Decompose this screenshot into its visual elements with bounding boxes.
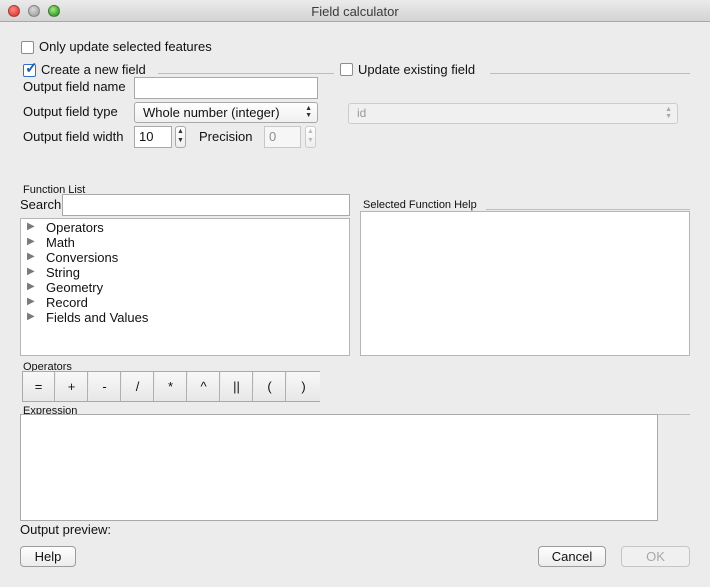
operator-equals-button[interactable]: =	[23, 372, 55, 401]
expand-arrow-icon[interactable]: ▶	[27, 281, 35, 292]
precision-label: Precision	[199, 129, 253, 144]
operator-plus-button[interactable]: +	[56, 372, 88, 401]
only-selected-label: Only update selected features	[39, 39, 212, 54]
updown-arrows-icon: ▲ ▼	[665, 106, 672, 120]
only-selected-checkbox[interactable]	[21, 41, 34, 54]
field-calculator-window: Field calculator Only update selected fe…	[0, 0, 710, 587]
cancel-button[interactable]: Cancel	[538, 546, 606, 567]
update-existing-field-label: Update existing field	[358, 62, 476, 77]
expand-arrow-icon[interactable]: ▶	[27, 236, 35, 247]
operator-open-paren-button[interactable]: (	[254, 372, 286, 401]
output-field-width-input[interactable]: 10	[134, 126, 172, 148]
updown-arrows-icon: ▲ ▼	[305, 105, 312, 119]
operator-concat-button[interactable]: ||	[221, 372, 253, 401]
precision-stepper[interactable]: ▲ ▼	[305, 126, 316, 148]
output-field-width-label: Output field width	[23, 129, 124, 144]
expand-arrow-icon[interactable]: ▶	[27, 266, 35, 277]
output-field-width-stepper[interactable]: ▲ ▼	[175, 126, 186, 148]
operator-toolbar: = + - / * ^ || ( )	[22, 371, 320, 402]
create-new-field-divider	[158, 73, 334, 74]
function-help-title: Selected Function Help	[363, 199, 477, 211]
checkmark-icon: ✓	[25, 60, 38, 77]
ok-button[interactable]: OK	[621, 546, 690, 567]
operator-power-button[interactable]: ^	[188, 372, 220, 401]
update-existing-field-checkbox[interactable]	[340, 63, 353, 76]
precision-input[interactable]: 0	[264, 126, 301, 148]
create-new-field-label: Create a new field	[41, 62, 146, 77]
title-bar: Field calculator	[0, 0, 710, 22]
operator-divide-button[interactable]: /	[122, 372, 154, 401]
operator-close-paren-button[interactable]: )	[287, 372, 320, 401]
operator-minus-button[interactable]: -	[89, 372, 121, 401]
expand-arrow-icon[interactable]: ▶	[27, 221, 35, 232]
output-field-name-label: Output field name	[23, 79, 126, 94]
expand-arrow-icon[interactable]: ▶	[27, 296, 35, 307]
function-search-input[interactable]	[62, 194, 350, 216]
function-help-divider	[486, 209, 690, 210]
function-tree[interactable]: ▶ Operators ▶ Math ▶ Conversions ▶ Strin…	[20, 218, 350, 356]
function-help-panel	[360, 211, 690, 356]
expression-editor[interactable]	[20, 414, 658, 521]
expand-arrow-icon[interactable]: ▶	[27, 251, 35, 262]
output-field-type-select[interactable]: Whole number (integer) ▲ ▼	[134, 102, 318, 123]
help-button[interactable]: Help	[20, 546, 76, 567]
update-existing-field-divider	[490, 73, 690, 74]
create-new-field-checkbox[interactable]: ✓	[23, 60, 38, 77]
search-label: Search	[20, 197, 62, 212]
output-field-type-value: Whole number (integer)	[143, 105, 280, 120]
output-field-type-label: Output field type	[23, 104, 118, 119]
existing-field-select[interactable]: id ▲ ▼	[348, 103, 678, 124]
existing-field-value: id	[357, 106, 367, 120]
output-field-name-input[interactable]	[134, 77, 318, 99]
operator-multiply-button[interactable]: *	[155, 372, 187, 401]
output-preview-label: Output preview:	[20, 522, 112, 537]
window-title: Field calculator	[311, 4, 399, 19]
expand-arrow-icon[interactable]: ▶	[27, 311, 35, 322]
